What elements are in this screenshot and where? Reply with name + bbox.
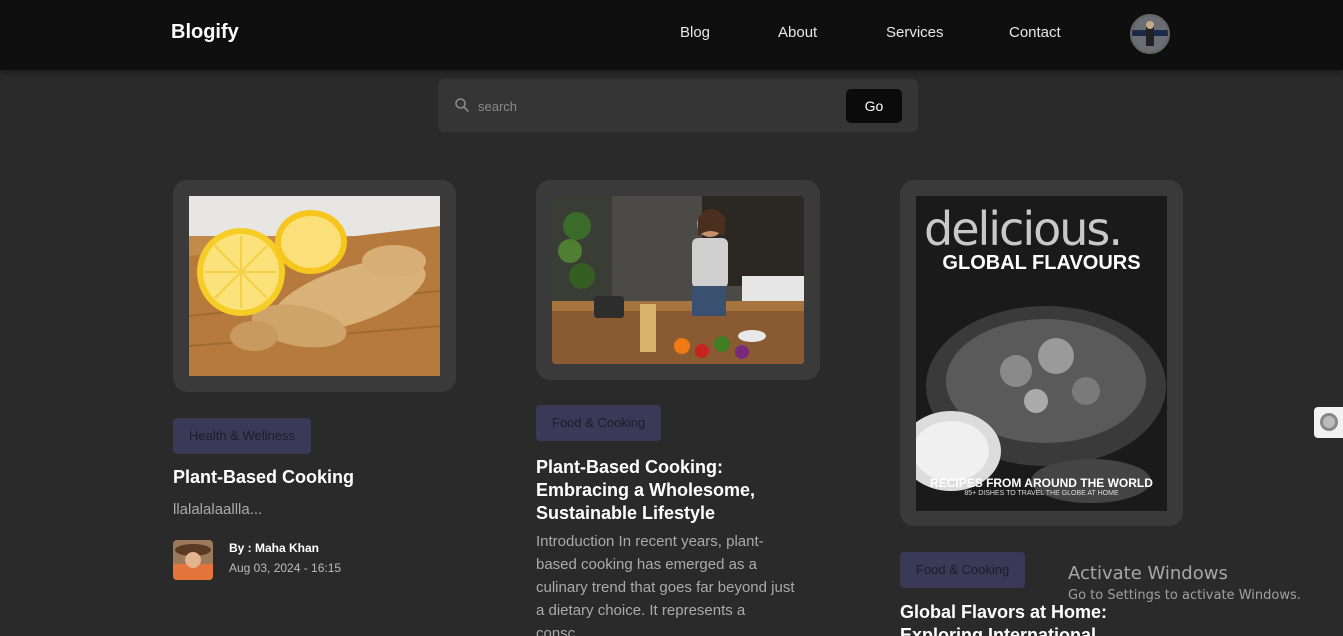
category-tag[interactable]: Food & Cooking	[536, 405, 662, 441]
category-tag[interactable]: Health & Wellness	[173, 418, 311, 454]
post-title[interactable]: Plant-Based Cooking	[173, 466, 456, 489]
magazine-footer: RECIPES FROM AROUND THE WORLD	[930, 476, 1153, 490]
post-date: Aug 03, 2024 - 16:15	[229, 561, 342, 575]
author-avatar	[173, 540, 213, 580]
magazine-footer-sub: 85+ DISHES TO TRAVEL THE GLOBE AT HOME	[964, 490, 1119, 497]
go-button[interactable]: Go	[846, 89, 902, 123]
windows-activation-title: Activate Windows	[1068, 563, 1228, 584]
post-title[interactable]: Plant-Based Cooking: Embracing a Wholeso…	[536, 456, 820, 525]
nav-link-blog[interactable]: Blog	[680, 24, 710, 41]
floating-widget-button[interactable]	[1314, 407, 1343, 438]
search-bar: Go	[438, 79, 918, 132]
nav-link-about[interactable]: About	[778, 24, 817, 41]
post-image-ginger-lemon[interactable]	[189, 196, 440, 376]
windows-activation-subtitle: Go to Settings to activate Windows.	[1068, 588, 1301, 603]
brand-logo[interactable]: Blogify	[171, 21, 239, 44]
author-name: By : Maha Khan	[229, 541, 320, 555]
magazine-headline: GLOBAL FLAVOURS	[942, 252, 1141, 274]
post-image-magazine-cover[interactable]: delicious. GLOBAL FLAVOURS RECIPES FROM …	[916, 196, 1167, 511]
post-image-frame[interactable]	[173, 180, 456, 392]
profile-avatar[interactable]	[1130, 14, 1170, 54]
post-image-frame[interactable]: delicious. GLOBAL FLAVOURS RECIPES FROM …	[900, 180, 1183, 526]
search-input[interactable]	[478, 91, 868, 121]
nav-link-services[interactable]: Services	[886, 24, 944, 41]
search-icon	[454, 97, 470, 113]
post-excerpt: llalalalaallla...	[173, 501, 263, 518]
post-image-frame[interactable]	[536, 180, 820, 380]
category-tag[interactable]: Food & Cooking	[900, 552, 1026, 588]
post-excerpt: Introduction In recent years, plant-base…	[536, 533, 795, 636]
nav-link-contact[interactable]: Contact	[1009, 24, 1061, 41]
post-title[interactable]: Global Flavors at Home: Exploring Intern…	[900, 601, 1160, 636]
magazine-masthead: delicious.	[924, 202, 1123, 256]
navbar: Blogify Blog About Services Contact	[0, 0, 1343, 70]
post-image-kitchen[interactable]	[552, 196, 804, 364]
